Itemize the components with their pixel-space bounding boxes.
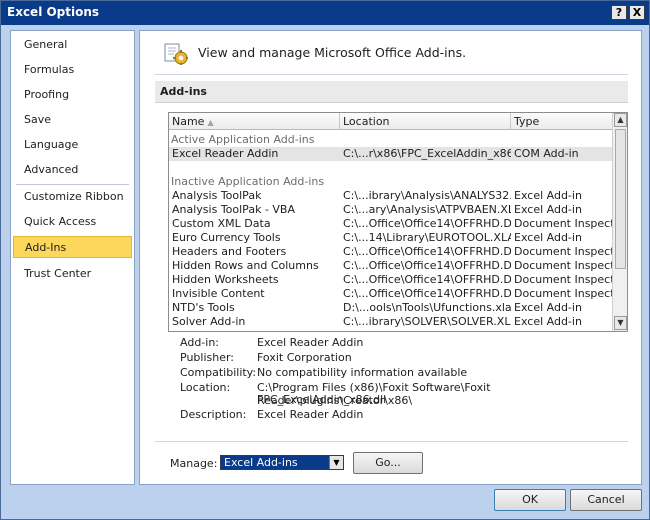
column-header-name[interactable]: Name ▲ [169, 113, 340, 130]
cell-type: Excel Add-in [514, 189, 582, 202]
nav-item-add-ins[interactable]: Add-Ins [13, 236, 132, 258]
list-scrollbar[interactable]: ▲ ▼ [612, 113, 627, 331]
table-row[interactable]: Headers and Footers C:\...Office\Office1… [169, 245, 613, 259]
nav-item-trust-center[interactable]: Trust Center [13, 263, 132, 285]
detail-value-compatibility: No compatibility information available [257, 366, 468, 379]
detail-label-publisher: Publisher: [180, 351, 235, 364]
table-row[interactable]: Solver Add-in C:\...ibrary\SOLVER\SOLVER… [169, 315, 613, 329]
cell-location: C:\...ibrary\SOLVER\SOLVER.XLAM [343, 315, 511, 328]
scroll-down-icon[interactable]: ▼ [614, 316, 627, 330]
cell-location: C:\...Office\Office14\OFFRHD.DLL [343, 273, 511, 286]
manage-label: Manage: [170, 457, 218, 470]
manage-divider [155, 441, 628, 442]
manage-selected-value: Excel Add-ins [224, 456, 298, 469]
sort-ascending-icon: ▲ [207, 118, 214, 127]
nav-item-quick-access-toolbar[interactable]: Quick Access Toolbar [13, 211, 132, 250]
cell-type: COM Add-in [514, 147, 579, 160]
cell-name: NTD's Tools [172, 301, 235, 314]
column-header-location[interactable]: Location [340, 113, 511, 130]
section-header-add-ins: Add-ins [155, 81, 628, 103]
cell-name: Analysis ToolPak - VBA [172, 203, 295, 216]
nav-item-save[interactable]: Save [13, 109, 132, 131]
nav-item-general[interactable]: General [13, 34, 132, 56]
help-button[interactable]: ? [611, 5, 627, 20]
cell-location: C:\...ary\Analysis\ATPVBAEN.XLAM [343, 203, 511, 216]
table-row[interactable]: Excel Reader Addin C:\...r\x86\FPC_Excel… [169, 147, 613, 161]
detail-label-description: Description: [180, 408, 247, 421]
table-row[interactable]: Hidden Rows and Columns C:\...Office\Off… [169, 259, 613, 273]
scroll-up-icon[interactable]: ▲ [614, 113, 627, 127]
detail-value-location-line2: FPC_ExcelAddin_x86.dll [257, 393, 387, 406]
cell-name: Solver Add-in [172, 315, 246, 328]
cell-location: C:\...Office\Office14\OFFRHD.DLL [343, 245, 511, 258]
nav-item-proofing[interactable]: Proofing [13, 84, 132, 106]
dialog-title: Excel Options [7, 5, 100, 19]
nav-divider [16, 184, 129, 185]
cell-type: Document Inspector [514, 245, 613, 258]
table-row[interactable]: Invisible Content C:\...Office\Office14\… [169, 287, 613, 301]
list-header: Name ▲ Location Type [169, 113, 613, 130]
cell-type: Document Inspector [514, 273, 613, 286]
nav-item-formulas[interactable]: Formulas [13, 59, 132, 81]
add-ins-gear-icon [163, 40, 189, 66]
column-header-type[interactable]: Type [511, 113, 613, 130]
cell-type: Excel Add-in [514, 231, 582, 244]
go-button[interactable]: Go... [353, 452, 423, 474]
nav-item-customize-ribbon[interactable]: Customize Ribbon [13, 186, 132, 208]
cell-location: C:\...Office\Office14\OFFRHD.DLL [343, 217, 511, 230]
table-row[interactable]: Hidden Worksheets C:\...Office\Office14\… [169, 273, 613, 287]
detail-value-description: Excel Reader Addin [257, 408, 364, 421]
cell-name: Euro Currency Tools [172, 231, 281, 244]
group-label-active: Active Application Add-ins [171, 133, 315, 146]
table-row[interactable]: Euro Currency Tools C:\...14\Library\EUR… [169, 231, 613, 245]
cell-location: C:\...14\Library\EUROTOOL.XLAM [343, 231, 511, 244]
table-row[interactable]: NTD's Tools D:\...ools\nTools\Ufunctions… [169, 301, 613, 315]
section-title: Add-ins [160, 85, 207, 98]
manage-dropdown[interactable]: Excel Add-ins ▼ [220, 455, 344, 470]
group-label-inactive: Inactive Application Add-ins [171, 175, 325, 188]
detail-label-compatibility: Compatibility: [180, 366, 257, 379]
cell-location: C:\...Office\Office14\OFFRHD.DLL [343, 259, 511, 272]
cell-name: Analysis ToolPak [172, 189, 262, 202]
add-ins-panel: View and manage Microsoft Office Add-ins… [139, 30, 642, 485]
cell-name: Excel Reader Addin [172, 147, 279, 160]
detail-label-location: Location: [180, 381, 231, 394]
add-ins-list[interactable]: Name ▲ Location Type Active Application A… [168, 112, 628, 332]
cell-type: Excel Add-in [514, 301, 582, 314]
cell-type: Excel Add-in [514, 315, 582, 328]
ok-button[interactable]: OK [494, 489, 566, 511]
excel-options-dialog: Excel Options ? X General Formulas Proof… [0, 0, 650, 520]
cell-type: Document Inspector [514, 287, 613, 300]
title-bar: Excel Options ? X [1, 1, 649, 25]
options-nav: General Formulas Proofing Save Language … [10, 30, 135, 485]
chevron-down-icon[interactable]: ▼ [329, 456, 343, 469]
nav-item-language[interactable]: Language [13, 134, 132, 156]
cell-type: Excel Add-in [514, 203, 582, 216]
cell-name: Custom XML Data [172, 217, 271, 230]
cell-name: Hidden Rows and Columns [172, 259, 319, 272]
cell-type: Document Inspector [514, 259, 613, 272]
table-row[interactable]: Analysis ToolPak - VBA C:\...ary\Analysi… [169, 203, 613, 217]
cell-type: Document Inspector [514, 217, 613, 230]
cell-location: D:\...ools\nTools\Ufunctions.xla [343, 301, 511, 314]
cell-location: C:\...ibrary\Analysis\ANALYS32.XLL [343, 189, 511, 202]
cell-name: Hidden Worksheets [172, 273, 279, 286]
cell-name: Invisible Content [172, 287, 265, 300]
page-heading: View and manage Microsoft Office Add-ins… [198, 45, 467, 60]
table-row[interactable]: Analysis ToolPak C:\...ibrary\Analysis\A… [169, 189, 613, 203]
nav-item-advanced[interactable]: Advanced [13, 159, 132, 181]
header-divider [155, 74, 628, 75]
detail-value-publisher: Foxit Corporation [257, 351, 352, 364]
cancel-button[interactable]: Cancel [570, 489, 642, 511]
detail-value-addin: Excel Reader Addin [257, 336, 364, 349]
cell-name: Headers and Footers [172, 245, 287, 258]
close-button[interactable]: X [629, 5, 645, 20]
scrollbar-thumb[interactable] [615, 129, 626, 269]
cell-location: C:\...r\x86\FPC_ExcelAddin_x86.dll [343, 147, 511, 160]
table-row[interactable]: Custom XML Data C:\...Office\Office14\OF… [169, 217, 613, 231]
column-name-label: Name [172, 115, 205, 128]
cell-location: C:\...Office\Office14\OFFRHD.DLL [343, 287, 511, 300]
detail-label-addin: Add-in: [180, 336, 219, 349]
